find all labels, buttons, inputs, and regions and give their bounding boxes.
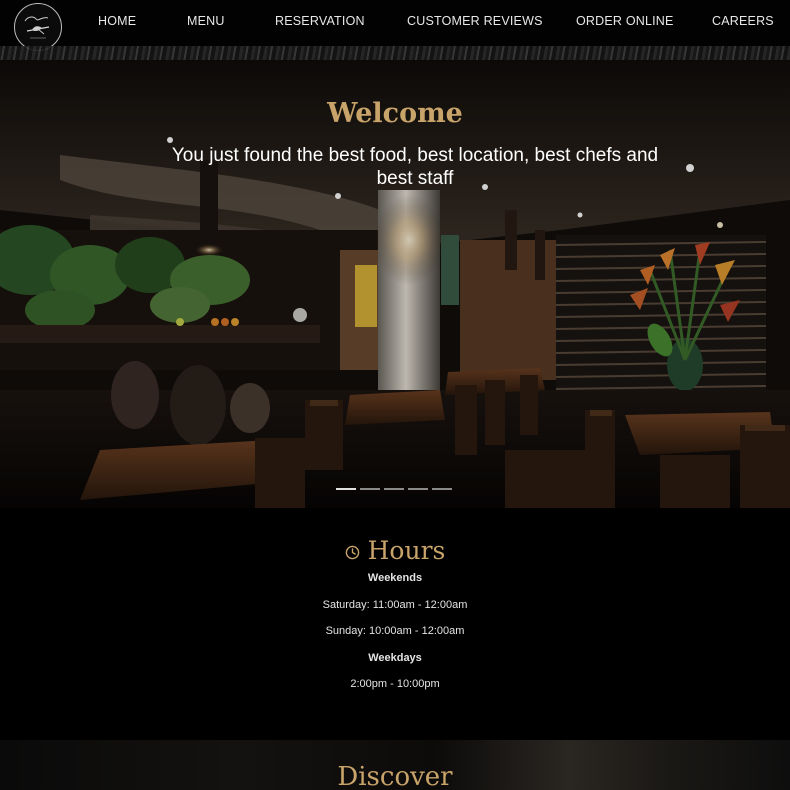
nav-customer-reviews[interactable]: CUSTOMER REVIEWS <box>407 14 543 28</box>
weekends-label: Weekends <box>367 572 423 584</box>
weekday-hours: 2:00pm - 10:00pm <box>350 678 440 690</box>
nav-reservation[interactable]: RESERVATION <box>275 14 365 28</box>
restaurant-logo[interactable] <box>14 3 62 51</box>
carousel-dot-2[interactable] <box>360 488 380 490</box>
carousel-dot-4[interactable] <box>408 488 428 490</box>
saturday-hours: Saturday: 11:00am - 12:00am <box>322 599 468 611</box>
nav-decorative-stripe <box>0 46 790 60</box>
carousel-dot-5[interactable] <box>432 488 452 490</box>
carousel-indicators <box>336 488 452 490</box>
top-navigation: HOME MENU RESERVATION CUSTOMER REVIEWS O… <box>0 0 790 51</box>
hours-title: Hours <box>367 536 446 565</box>
carousel-dot-1[interactable] <box>336 488 356 490</box>
nav-menu[interactable]: MENU <box>187 14 225 28</box>
discover-section: Discover <box>0 740 790 790</box>
hero-title: Welcome <box>327 98 463 129</box>
hero-carousel: Welcome You just found the best food, be… <box>0 60 790 508</box>
cursive-script-logo-icon <box>24 16 50 39</box>
discover-title: Discover <box>337 762 453 790</box>
sunday-hours: Sunday: 10:00am - 12:00am <box>325 625 465 637</box>
hours-section: Hours Weekends Saturday: 11:00am - 12:00… <box>0 508 790 740</box>
carousel-dot-3[interactable] <box>384 488 404 490</box>
hours-heading: Hours <box>0 536 790 565</box>
nav-home[interactable]: HOME <box>98 14 136 28</box>
nav-careers[interactable]: CAREERS <box>712 14 774 28</box>
nav-order-online[interactable]: ORDER ONLINE <box>576 14 674 28</box>
clock-icon <box>345 545 359 560</box>
hero-subtitle: You just found the best food, best locat… <box>171 145 659 189</box>
weekdays-label: Weekdays <box>368 652 422 664</box>
